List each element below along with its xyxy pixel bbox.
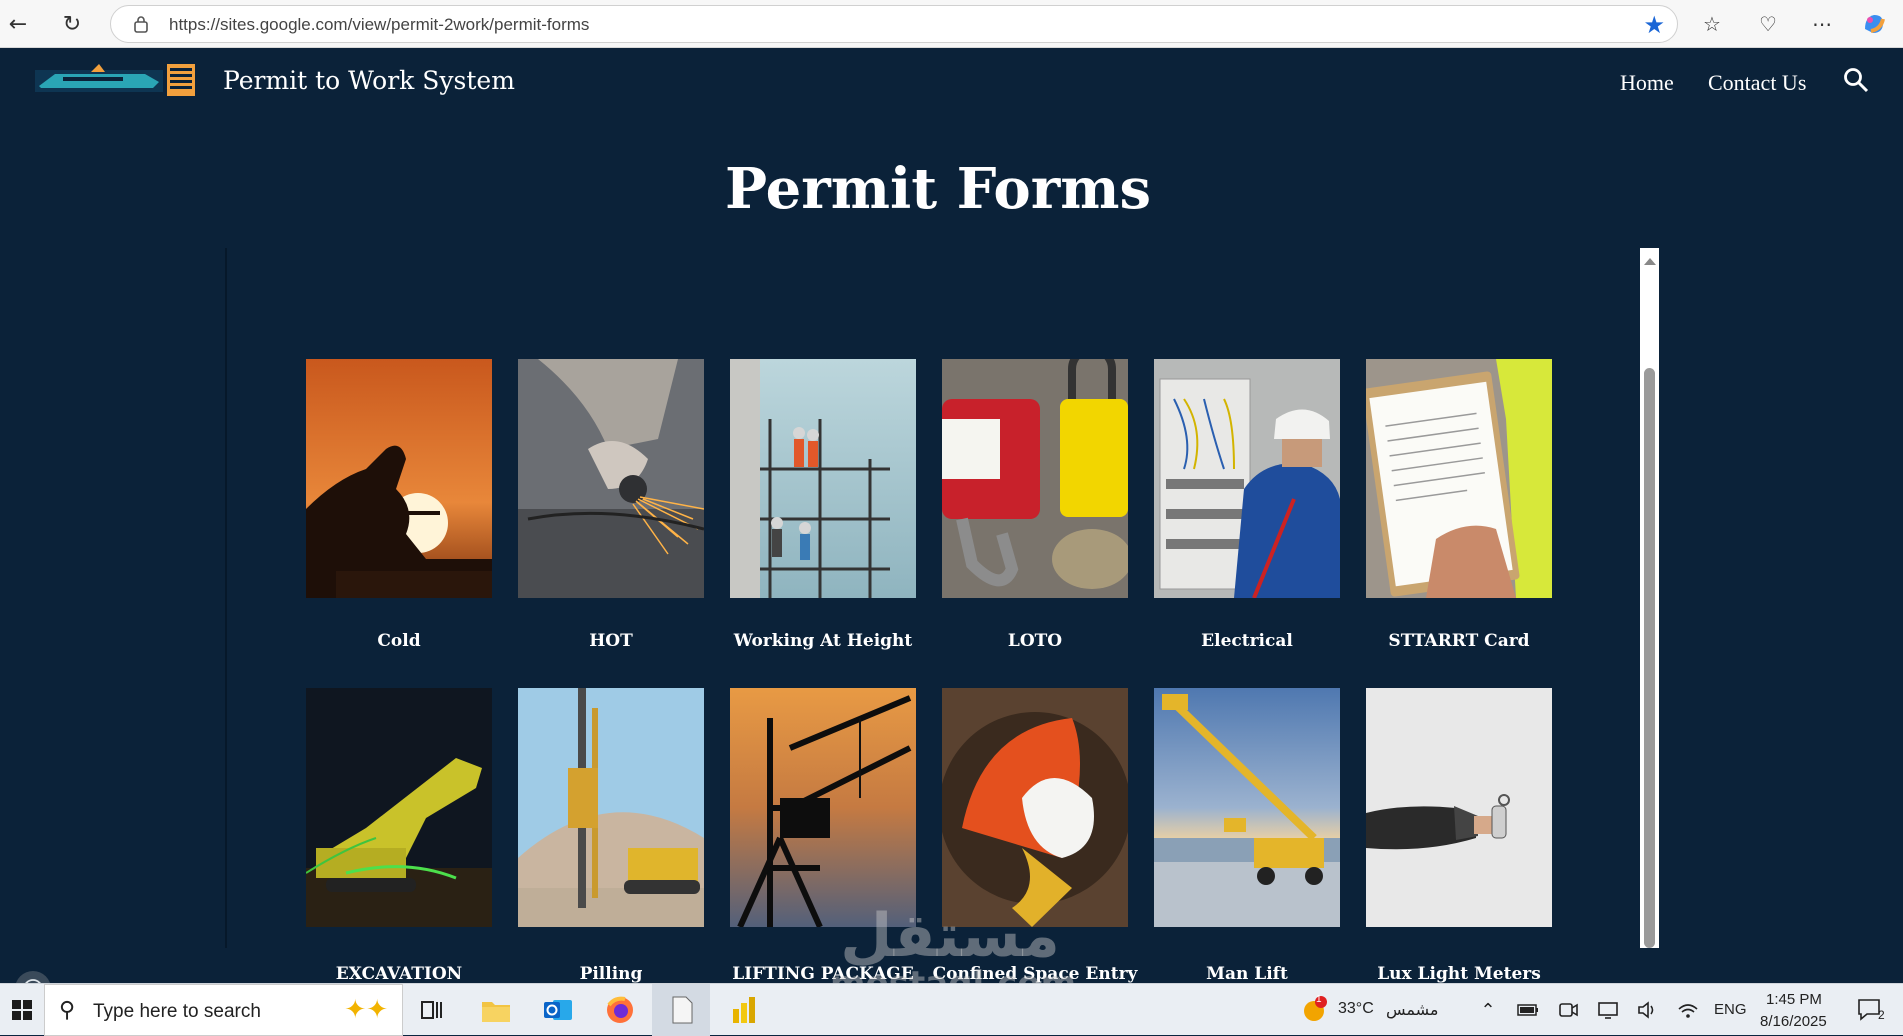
nav-contact-us[interactable]: Contact Us	[1708, 70, 1806, 96]
info-icon[interactable]	[15, 971, 51, 983]
card-label[interactable]: Working At Height	[700, 631, 946, 651]
card-label[interactable]: EXCAVATION	[276, 964, 522, 984]
card-label[interactable]: Cold	[276, 631, 522, 651]
lock-icon[interactable]	[133, 15, 149, 33]
excavation-image[interactable]	[306, 688, 492, 927]
egypt-high-speed-rail-logo[interactable]	[35, 60, 197, 98]
address-bar[interactable]: https://sites.google.com/view/permit-2wo…	[110, 5, 1678, 43]
pilling-image[interactable]	[518, 688, 704, 927]
task-view-icon[interactable]	[414, 992, 450, 1028]
weather-temperature[interactable]: 33°C	[1338, 1000, 1374, 1018]
copilot-sparkle-icon[interactable]: ✦✦	[344, 995, 388, 1025]
permit-card-sttarrt[interactable]: STTARRT Card	[1366, 359, 1552, 651]
permit-card-electrical[interactable]: Electrical	[1154, 359, 1340, 651]
windows-taskbar: ⚲ Type here to search ✦✦ 1 33°C مشمس ⌃ E…	[0, 983, 1903, 1036]
electrical-image[interactable]	[1154, 359, 1340, 598]
browser-essentials-icon[interactable]: ♡	[1752, 8, 1784, 40]
lux-light-meter-image[interactable]	[1366, 688, 1552, 927]
power-bi-icon[interactable]	[726, 992, 762, 1028]
firefox-icon[interactable]	[602, 992, 638, 1028]
back-arrow-icon[interactable]: ←	[2, 8, 34, 40]
windows-start-icon[interactable]	[0, 984, 44, 1036]
refresh-icon[interactable]: ↻	[56, 8, 88, 40]
permit-card-loto[interactable]: LOTO	[942, 359, 1128, 651]
permit-card-lifting-package[interactable]: LIFTING PACKAGE	[730, 688, 916, 984]
wifi-icon[interactable]	[1670, 992, 1706, 1028]
permit-card-hot[interactable]: HOT	[518, 359, 704, 651]
card-label[interactable]: Lux Light Meters	[1336, 964, 1582, 984]
show-hidden-icons-chevron-icon[interactable]: ⌃	[1470, 992, 1506, 1028]
permit-card-lux-light-meters[interactable]: Lux Light Meters	[1366, 688, 1552, 984]
clock-time[interactable]: 1:45 PM	[1766, 991, 1822, 1008]
permit-card-excavation[interactable]: EXCAVATION	[306, 688, 492, 984]
weather-sun-icon[interactable]	[1296, 992, 1332, 1028]
cold-work-image[interactable]	[306, 359, 492, 598]
clock-date[interactable]: 8/16/2025	[1760, 1013, 1827, 1030]
weather-description[interactable]: مشمس	[1386, 1000, 1439, 1019]
meet-now-icon[interactable]	[1550, 992, 1586, 1028]
frame-scrollbar-thumb[interactable]	[1644, 368, 1655, 948]
page-scrollbar[interactable]	[1888, 48, 1903, 983]
taskbar-search-box[interactable]: ⚲ Type here to search ✦✦	[44, 984, 403, 1036]
more-menu-icon[interactable]: ⋯	[1806, 8, 1838, 40]
loto-image[interactable]	[942, 359, 1128, 598]
browser-toolbar: ← ↻ https://sites.google.com/view/permit…	[0, 0, 1903, 48]
confined-space-image[interactable]	[942, 688, 1128, 927]
favorite-star-icon[interactable]: ★	[1643, 11, 1665, 39]
search-icon[interactable]	[1842, 66, 1870, 94]
permit-card-man-lift[interactable]: Man Lift	[1154, 688, 1340, 984]
battery-icon[interactable]	[1510, 992, 1546, 1028]
language-indicator[interactable]: ENG	[1714, 1001, 1747, 1018]
display-icon[interactable]	[1590, 992, 1626, 1028]
page-title: Permit Forms	[725, 156, 1151, 222]
search-magnifier-icon: ⚲	[59, 998, 76, 1023]
outlook-icon[interactable]	[540, 992, 576, 1028]
taskbar-search-placeholder[interactable]: Type here to search	[93, 1001, 261, 1023]
man-lift-image[interactable]	[1154, 688, 1340, 927]
permit-card-cold[interactable]: Cold	[306, 359, 492, 651]
nav-home[interactable]: Home	[1620, 70, 1674, 96]
card-label[interactable]: Man Lift	[1124, 964, 1370, 984]
permit-card-confined-space[interactable]: Confined Space Entry	[933, 688, 1137, 984]
card-label[interactable]: Pilling	[488, 964, 734, 984]
lifting-package-image[interactable]	[730, 688, 916, 927]
hot-work-image[interactable]	[518, 359, 704, 598]
notification-count-badge: 2	[1878, 1008, 1885, 1022]
card-label[interactable]: Electrical	[1124, 631, 1370, 651]
favorites-icon[interactable]: ☆	[1696, 8, 1728, 40]
url-text[interactable]: https://sites.google.com/view/permit-2wo…	[169, 15, 589, 35]
volume-icon[interactable]	[1630, 992, 1666, 1028]
card-label[interactable]: LOTO	[912, 631, 1158, 651]
weather-alert-badge: 1	[1316, 994, 1322, 1005]
file-explorer-icon[interactable]	[478, 992, 514, 1028]
notepad-icon[interactable]	[664, 992, 700, 1028]
copilot-icon[interactable]	[1858, 8, 1890, 40]
scroll-up-arrow-icon[interactable]	[1644, 258, 1656, 265]
permit-card-pilling[interactable]: Pilling	[518, 688, 704, 984]
site-title[interactable]: Permit to Work System	[223, 66, 515, 95]
permit-card-working-at-height[interactable]: Working At Height	[730, 359, 916, 651]
card-label[interactable]: HOT	[488, 631, 734, 651]
sttarrt-card-image[interactable]	[1366, 359, 1552, 598]
frame-scrollbar[interactable]	[1640, 248, 1659, 948]
working-at-height-image[interactable]	[730, 359, 916, 598]
card-label[interactable]: STTARRT Card	[1336, 631, 1582, 651]
watermark-arabic: مستقل	[840, 901, 1060, 971]
